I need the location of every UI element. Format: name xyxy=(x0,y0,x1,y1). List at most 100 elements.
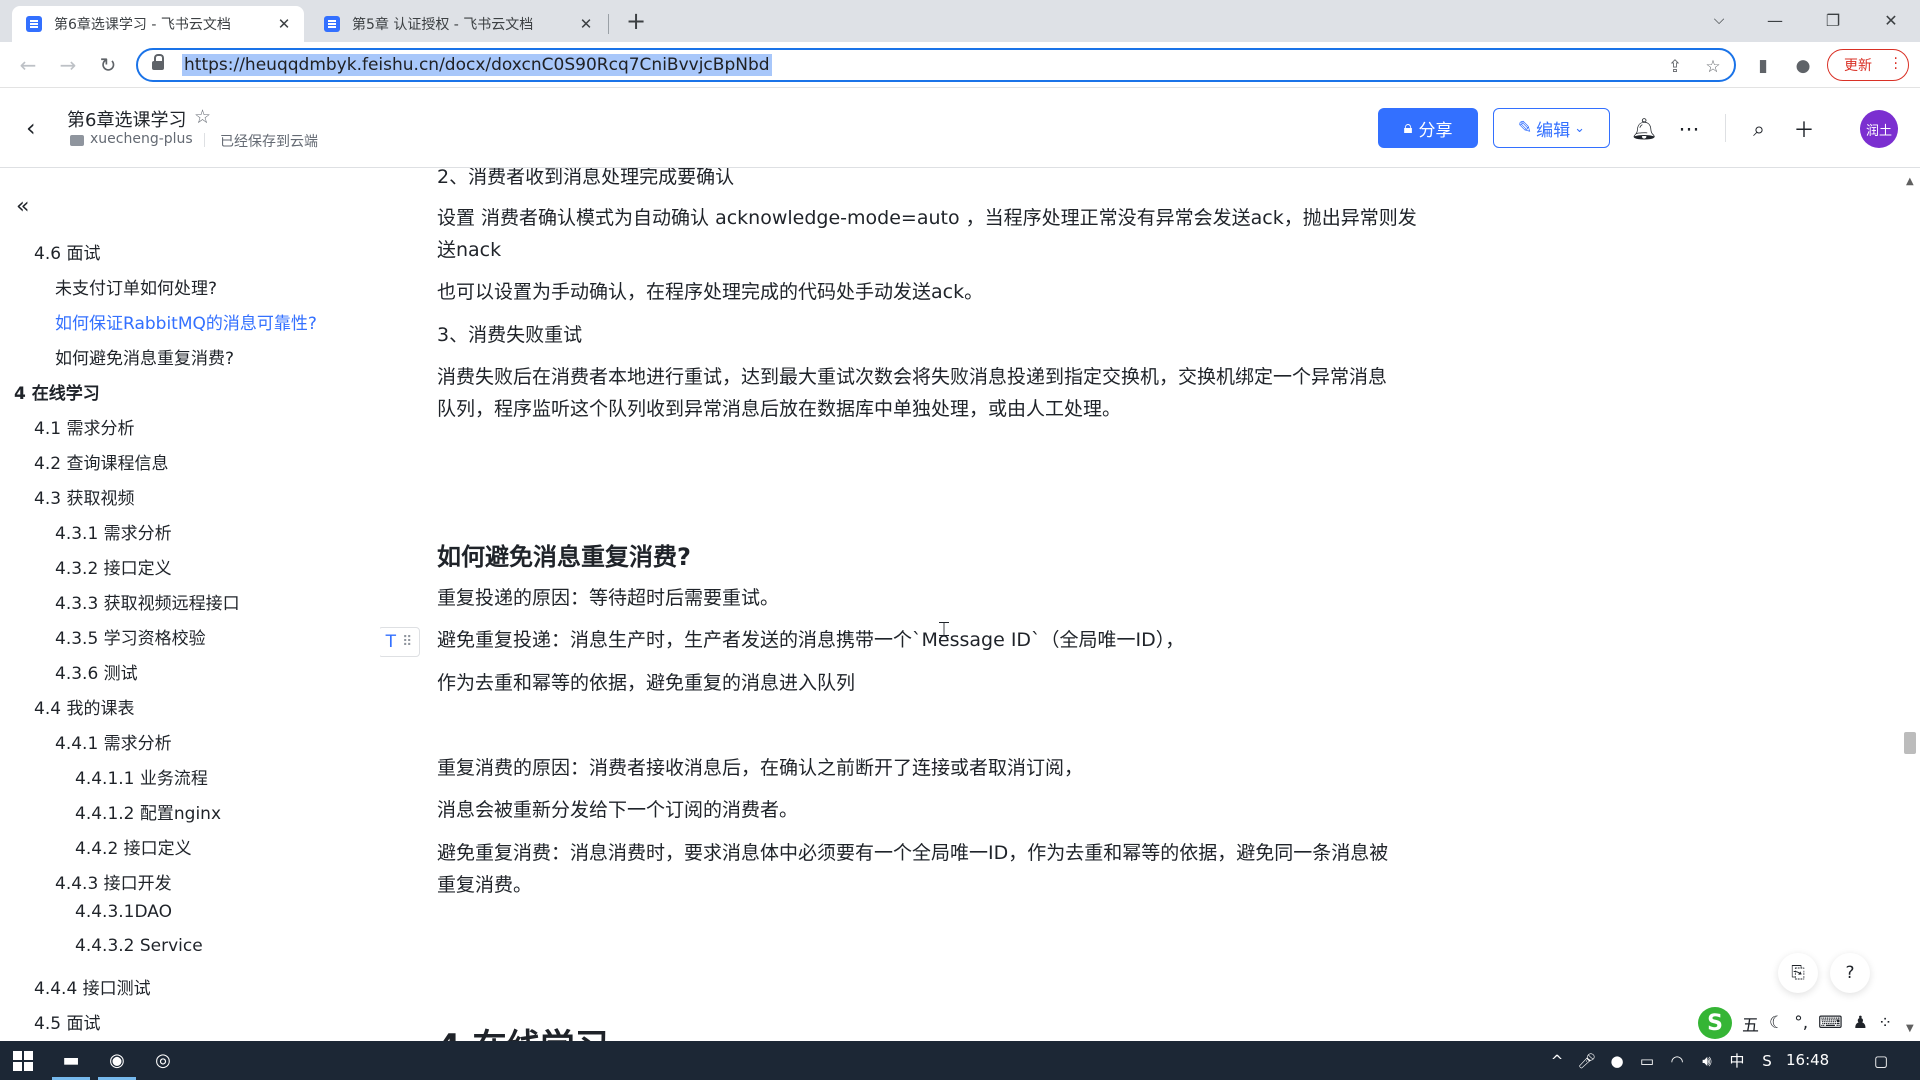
comments-icon[interactable]: ⎘ xyxy=(1778,953,1818,993)
drag-grip-icon[interactable]: ⠿ xyxy=(402,634,412,650)
toc-item[interactable]: 4.4.3.1DAO xyxy=(75,902,172,922)
toc-item[interactable]: 4.3.2 接口定义 xyxy=(55,554,172,579)
toc-item[interactable]: 4.4.3.2 Service xyxy=(75,936,203,956)
paragraph[interactable]: 作为去重和幂等的依据，避免重复的消息进入队列 xyxy=(437,667,855,699)
share-page-icon[interactable]: ⇪ xyxy=(1662,54,1688,80)
doc-title[interactable]: 第6章选课学习 xyxy=(67,106,186,132)
paragraph[interactable]: 也可以设置为手动确认，在程序处理完成的代码处手动发送ack。 xyxy=(437,276,983,308)
windows-start-icon[interactable] xyxy=(0,1041,46,1080)
keyboard-icon[interactable]: ⌨ xyxy=(1818,1013,1843,1033)
scroll-down-arrow-icon[interactable]: ▼ xyxy=(1906,1023,1914,1034)
toc-item[interactable]: 4.4.1.2 配置nginx xyxy=(75,799,221,824)
section-heading[interactable]: 如何避免消息重复消费? xyxy=(437,537,691,572)
wifi-icon[interactable]: ◠ xyxy=(1666,1041,1688,1080)
paragraph[interactable]: 2、消费者收到消息处理完成要确认 xyxy=(437,168,734,193)
tray-app-icon[interactable]: ● xyxy=(1606,1041,1628,1080)
favorite-star-icon[interactable]: ☆ xyxy=(194,106,211,128)
toc-item[interactable]: 4.3.6 测试 xyxy=(55,659,138,684)
share-button[interactable]: 🔒︎ 分享 xyxy=(1378,108,1478,148)
toc-item[interactable]: 4.4.4 接口测试 xyxy=(34,974,151,999)
paragraph[interactable]: 队列，程序监听这个队列收到异常消息后放在数据库中单独处理，或由人工处理。 xyxy=(437,393,1121,425)
chrome-icon[interactable]: ◉ xyxy=(94,1041,140,1080)
help-icon[interactable]: ? xyxy=(1830,953,1870,993)
input-language[interactable]: 中 xyxy=(1726,1041,1748,1080)
block-handle[interactable]: T ⠿ xyxy=(380,627,420,657)
taskbar-clock[interactable]: 16:48 xyxy=(1786,1051,1829,1069)
profile-icon[interactable]: ● xyxy=(1790,53,1816,79)
toc-item[interactable]: 4.6 面试 xyxy=(34,239,100,264)
sogou-logo-icon[interactable]: S xyxy=(1698,1007,1732,1039)
section-heading[interactable]: 4 在线学习 xyxy=(437,1019,609,1041)
edit-mode-button[interactable]: ✎ 编辑 ⌄ xyxy=(1493,108,1610,148)
sogou-tray-icon[interactable]: S xyxy=(1756,1041,1778,1080)
toc-item[interactable]: 4.3 获取视频 xyxy=(34,484,134,509)
paragraph[interactable]: 重复投递的原因：等待超时后需要重试。 xyxy=(437,582,779,614)
ime-mode[interactable]: 五 xyxy=(1742,1011,1759,1036)
toc-item[interactable]: 4.4.1 需求分析 xyxy=(55,729,172,754)
toc-item-active[interactable]: 如何保证RabbitMQ的消息可靠性? xyxy=(55,309,317,334)
toc-item[interactable]: 4.1 需求分析 xyxy=(34,414,134,439)
url-text[interactable]: https://heuqqdmbyk.feishu.cn/docx/doxcnC… xyxy=(182,54,772,76)
tab-search-icon[interactable]: ⌵ xyxy=(1696,0,1742,40)
toc-item[interactable]: 未支付订单如何处理? xyxy=(55,274,217,299)
search-icon[interactable]: ⌕ xyxy=(1745,115,1773,143)
reload-icon[interactable]: ↻ xyxy=(94,51,122,79)
paragraph[interactable]: 避免重复消费：消息消费时，要求消息体中必须要有一个全局唯一ID，作为去重和幂等的… xyxy=(437,837,1388,869)
folder-breadcrumb[interactable]: xuecheng-plus xyxy=(90,131,193,147)
file-explorer-icon[interactable]: ▬ xyxy=(48,1041,94,1080)
punctuation-icon[interactable]: °, xyxy=(1794,1013,1808,1033)
paragraph[interactable]: 避免重复投递：消息生产时，生产者发送的消息携带一个`Message ID`（全局… xyxy=(437,624,1184,656)
notification-bell-icon[interactable]: 🔔︎ xyxy=(1630,115,1658,143)
paragraph[interactable]: 设置 消费者确认模式为自动确认 acknowledge-mode=auto ，当… xyxy=(437,202,1417,234)
volume-icon[interactable]: 🔊︎ xyxy=(1696,1041,1718,1080)
back-chevron-icon[interactable]: ‹ xyxy=(26,114,36,142)
tray-expand-icon[interactable]: ^ xyxy=(1546,1041,1568,1080)
side-panel-icon[interactable]: ▮ xyxy=(1750,53,1776,79)
paragraph[interactable]: 送nack xyxy=(437,234,501,266)
paragraph[interactable]: 消费失败后在消费者本地进行重试，达到最大重试次数会将失败消息投递到指定交换机，交… xyxy=(437,361,1387,393)
toc-item[interactable]: 4.3.1 需求分析 xyxy=(55,519,172,544)
toc-item[interactable]: 4.4 我的课表 xyxy=(34,694,134,719)
toc-item[interactable]: 4.3.5 学习资格校验 xyxy=(55,624,206,649)
new-tab-button[interactable]: + xyxy=(622,8,650,36)
toc-item[interactable]: 4.4.3 接口开发 xyxy=(55,869,172,894)
toc-item[interactable]: 4.4.2 接口定义 xyxy=(75,834,192,859)
user-icon[interactable]: ♟ xyxy=(1853,1013,1868,1033)
paragraph[interactable]: 重复消费。 xyxy=(437,869,532,901)
toc-item[interactable]: 4.3.3 获取视频远程接口 xyxy=(55,589,240,614)
update-button[interactable]: 更新 · · · xyxy=(1827,49,1909,81)
toc-item[interactable]: 如何避免消息重复消费? xyxy=(55,344,234,369)
moon-icon[interactable]: ☾ xyxy=(1769,1013,1784,1033)
paragraph[interactable]: 重复消费的原因：消费者接收消息后，在确认之前断开了连接或者取消订阅， xyxy=(437,752,1083,784)
battery-icon[interactable]: ▭ xyxy=(1636,1041,1658,1080)
close-window-button[interactable]: ✕ xyxy=(1868,0,1914,40)
tab-active[interactable]: 第6章选课学习 - 飞书云文档 ✕ xyxy=(12,6,304,42)
toc-item[interactable]: 4.4.1.1 业务流程 xyxy=(75,764,208,789)
notification-center-icon[interactable]: ▢ xyxy=(1866,1041,1896,1080)
back-arrow-icon[interactable]: ← xyxy=(14,51,42,79)
scrollbar-thumb[interactable] xyxy=(1904,732,1916,754)
microphone-icon[interactable]: 🎤︎ xyxy=(1576,1041,1598,1080)
avatar[interactable]: 润土 xyxy=(1860,110,1898,148)
forward-arrow-icon[interactable]: → xyxy=(54,51,82,79)
scroll-up-arrow-icon[interactable]: ▲ xyxy=(1906,176,1914,187)
restore-button[interactable]: ❐ xyxy=(1810,0,1856,40)
paragraph[interactable]: 3、消费失败重试 xyxy=(437,319,582,351)
more-options-icon[interactable]: ⋯ xyxy=(1675,115,1703,143)
minimize-button[interactable]: — xyxy=(1752,0,1798,40)
menu-dots-icon[interactable]: · · · xyxy=(1894,52,1898,76)
tab-close-icon[interactable]: ✕ xyxy=(576,14,596,34)
lock-icon[interactable] xyxy=(152,54,164,71)
create-plus-icon[interactable]: ＋ xyxy=(1790,115,1818,143)
collapse-sidebar-icon[interactable]: « xyxy=(16,194,29,219)
vertical-scrollbar[interactable]: ▲ ▼ xyxy=(1900,168,1920,1041)
bookmark-star-icon[interactable]: ☆ xyxy=(1700,54,1726,80)
toc-item[interactable]: 4 在线学习 xyxy=(14,379,100,404)
tab-close-icon[interactable]: ✕ xyxy=(274,14,294,34)
tab-inactive[interactable]: 第5章 认证授权 - 飞书云文档 ✕ xyxy=(310,6,606,42)
toc-item[interactable]: 4.5 面试 xyxy=(34,1009,100,1034)
paragraph[interactable]: 消息会被重新分发给下一个订阅的消费者。 xyxy=(437,794,798,826)
app-icon[interactable]: ◎ xyxy=(140,1041,186,1080)
toc-item[interactable]: 4.2 查询课程信息 xyxy=(34,449,168,474)
grid-icon[interactable]: ⁘ xyxy=(1878,1013,1892,1033)
